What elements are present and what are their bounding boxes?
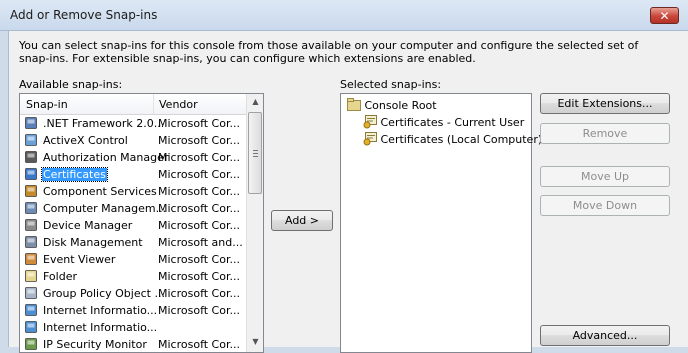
snapin-name: Disk Management [43,236,143,249]
snapin-vendor: Microsoft and... [158,236,243,249]
list-item[interactable]: Certificates Microsoft Cor... [20,166,246,183]
list-item[interactable]: Group Policy Object ... Microsoft Cor... [20,285,246,302]
snapin-name: Component Services [43,185,157,198]
tree-node-label: Console Root [364,99,437,112]
snapin-name: Folder [43,270,77,283]
edit-extensions-button[interactable]: Edit Extensions... [540,93,670,114]
snapin-name: Internet Informatio... [43,321,158,334]
list-item[interactable]: Internet Informatio... Microsoft Cor... [20,302,246,319]
thumb-grip [253,153,258,154]
snapin-vendor: Microsoft Cor... [158,117,240,130]
scroll-up-arrow-icon[interactable]: ▲ [251,97,260,106]
snapin-vendor: Microsoft Cor... [158,185,240,198]
tree-node-label: Certificates (Local Computer) [380,133,543,146]
snapin-name: Computer Managem... [43,202,167,215]
iis-icon [24,320,38,334]
column-separator[interactable] [153,94,154,114]
snapin-vendor: Microsoft Cor... [158,168,240,181]
list-item[interactable]: Computer Managem... Microsoft Cor... [20,200,246,217]
certificates-icon [24,167,38,181]
tree-node-label: Certificates - Current User [380,116,525,129]
dialog-body: You can select snap-ins for this console… [8,31,688,353]
folder-icon [347,98,361,111]
snapin-name: Authorization Manager [43,151,169,164]
list-header: Snap-in Vendor [20,94,246,115]
list-item[interactable]: Folder Microsoft Cor... [20,268,246,285]
snapin-vendor: Microsoft Cor... [158,287,240,300]
title-bar: Add or Remove Snap-ins ✕ [0,0,688,31]
advanced-button[interactable]: Advanced... [540,325,670,346]
list-item[interactable]: Device Manager Microsoft Cor... [20,217,246,234]
disk-management-icon [24,235,38,249]
folder-icon [24,269,38,283]
list-item[interactable]: Internet Informatio... [20,319,246,336]
snapin-vendor: Microsoft Cor... [158,270,240,283]
tree-node-certificates-user[interactable]: Certificates - Current User [363,115,524,129]
snapin-name: Device Manager [43,219,133,232]
selected-snapins-tree[interactable]: Console Root Certificates - Current User… [340,93,542,353]
move-up-button[interactable]: Move Up [540,166,670,187]
remove-button[interactable]: Remove [540,123,670,144]
column-header-vendor[interactable]: Vendor [159,98,198,111]
thumb-grip [253,156,258,157]
add-button-label: Add > [284,214,319,227]
list-item[interactable]: Component Services Microsoft Cor... [20,183,246,200]
snapin-vendor: Microsoft Cor... [158,219,240,232]
selected-snapins-label: Selected snap-ins: [340,78,442,91]
move-down-button[interactable]: Move Down [540,195,670,216]
remove-label: Remove [582,127,628,140]
dotnet-config-icon [24,116,38,130]
add-button[interactable]: Add > [271,210,333,231]
activex-icon [24,133,38,147]
snapin-vendor: Microsoft Cor... [158,151,240,164]
list-item[interactable]: IP Security Monitor Microsoft Cor... [20,336,246,352]
list-item[interactable]: Disk Management Microsoft and... [20,234,246,251]
snapin-name: Group Policy Object ... [43,287,165,300]
snapin-vendor: Microsoft Cor... [158,338,240,351]
available-snapins-list[interactable]: Snap-in Vendor .NET Framework 2.0... Micr… [19,93,264,353]
device-manager-icon [24,218,38,232]
edit-extensions-label: Edit Extensions... [557,97,653,110]
snapin-name: .NET Framework 2.0... [43,117,165,130]
certificates-icon [363,115,377,129]
snapin-vendor: Microsoft Cor... [158,304,240,317]
snapin-name: IP Security Monitor [43,338,147,351]
snapin-vendor: Microsoft Cor... [158,202,240,215]
tree-node-console-root[interactable]: Console Root [347,98,437,112]
list-item[interactable]: .NET Framework 2.0... Microsoft Cor... [20,115,246,132]
iis-icon [24,303,38,317]
snapin-rows: .NET Framework 2.0... Microsoft Cor... Act… [20,115,246,352]
window-title: Add or Remove Snap-ins [10,8,158,22]
ip-security-icon [24,337,38,351]
snapin-name: Certificates [41,167,108,182]
event-viewer-icon [24,252,38,266]
list-scrollbar[interactable]: ▲ ▼ [246,94,263,352]
tree-node-certificates-local[interactable]: Certificates (Local Computer) [363,132,542,146]
close-button[interactable]: ✕ [650,7,679,24]
group-policy-icon [24,286,38,300]
description-text: You can select snap-ins for this console… [19,39,639,65]
authorization-icon [24,150,38,164]
certificates-icon [363,132,377,146]
thumb-grip [253,150,258,151]
snapin-name: Internet Informatio... [43,304,158,317]
column-header-snapin[interactable]: Snap-in [26,98,68,111]
list-item[interactable]: Event Viewer Microsoft Cor... [20,251,246,268]
available-snapins-label: Available snap-ins: [19,78,123,91]
advanced-label: Advanced... [572,329,638,342]
snapin-vendor: Microsoft Cor... [158,253,240,266]
list-item[interactable]: ActiveX Control Microsoft Cor... [20,132,246,149]
move-up-label: Move Up [580,170,630,183]
component-services-icon [24,184,38,198]
list-item[interactable]: Authorization Manager Microsoft Cor... [20,149,246,166]
move-down-label: Move Down [572,199,638,212]
scrollbar-thumb[interactable] [248,112,262,194]
snapin-vendor: Microsoft Cor... [158,134,240,147]
scroll-down-arrow-icon[interactable]: ▼ [251,337,260,346]
snapin-name: Event Viewer [43,253,116,266]
snapin-name: ActiveX Control [43,134,128,147]
computer-management-icon [24,201,38,215]
